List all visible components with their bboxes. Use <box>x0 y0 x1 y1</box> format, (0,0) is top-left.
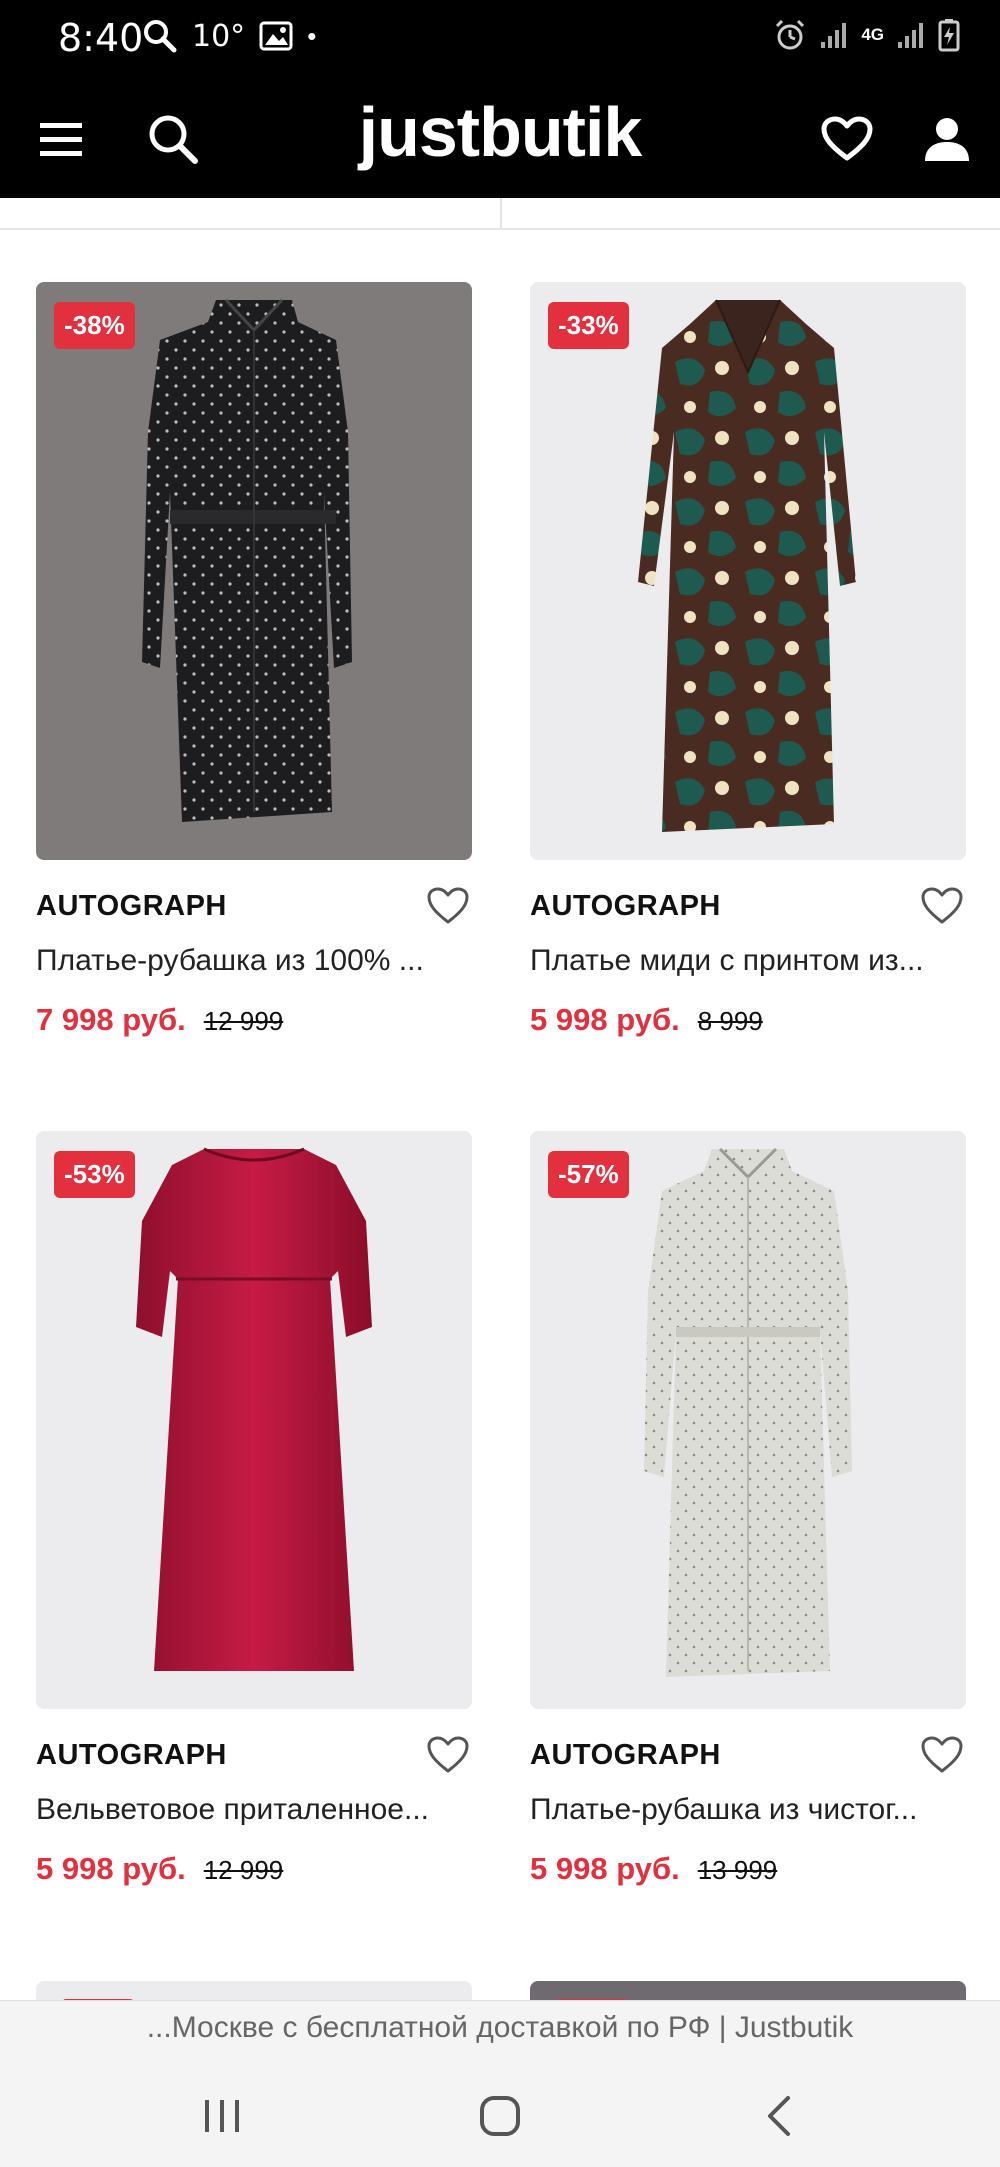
filter-divider <box>500 198 502 228</box>
price-row: 5 998 руб. 13 999 <box>530 1851 777 1887</box>
add-to-wishlist-button[interactable] <box>424 1731 472 1779</box>
price-row: 7 998 руб. 12 999 <box>36 1002 283 1038</box>
image-icon <box>259 21 293 51</box>
product-image[interactable]: -33% <box>530 282 966 860</box>
product-card[interactable]: -57% AUTOGRAPH Платье-рубашка из чистог.… <box>530 1131 966 1909</box>
signal-icon <box>898 23 923 48</box>
dress-image <box>142 298 352 822</box>
recents-icon <box>205 2100 239 2132</box>
current-price: 5 998 руб. <box>530 1851 680 1886</box>
heart-outline-icon <box>921 1736 963 1773</box>
old-price: 13 999 <box>697 1855 778 1885</box>
favorites-button[interactable] <box>814 106 880 172</box>
product-name[interactable]: Вельветовое приталенное... <box>36 1793 472 1827</box>
add-to-wishlist-button[interactable] <box>918 882 966 930</box>
notification-dot: • <box>307 20 317 51</box>
user-icon <box>925 118 969 161</box>
status-left-icons: 10° • <box>142 18 316 54</box>
product-name[interactable]: Платье миди с принтом из... <box>530 944 966 978</box>
signal-icon <box>821 23 847 48</box>
price-row: 5 998 руб. 12 999 <box>36 1851 283 1887</box>
heart-outline-icon <box>921 887 963 924</box>
old-price: 12 999 <box>203 1855 284 1885</box>
product-card[interactable]: -33% AUTOGRAPH Платье миди с принтом из.… <box>530 282 966 1060</box>
product-card[interactable]: -53% AUTOGRAPH Вельветовое приталенное..… <box>36 1131 472 1909</box>
current-price: 7 998 руб. <box>36 1002 186 1037</box>
recents-button[interactable] <box>182 2081 262 2151</box>
product-brand: AUTOGRAPH <box>530 1739 721 1771</box>
battery-icon <box>938 19 960 52</box>
status-time: 8:40 <box>58 16 144 60</box>
product-image[interactable]: -57% <box>530 1131 966 1709</box>
product-card[interactable]: -38% AUTOGRAPH Платье-рубашка из 100% ..… <box>36 282 472 1060</box>
price-row: 5 998 руб. 8 999 <box>530 1002 763 1038</box>
product-image[interactable]: -38% <box>36 282 472 860</box>
dress-image <box>638 299 856 832</box>
product-meta: AUTOGRAPH Платье-рубашка из 100% ... 7 9… <box>36 860 472 1060</box>
browser-page-bar: ...Москве с бесплатной доставкой по РФ |… <box>0 2000 1000 2167</box>
status-bar: 8:40 10° • 4G <box>0 0 1000 76</box>
home-icon <box>480 2096 520 2136</box>
heart-outline-icon <box>427 1736 469 1773</box>
old-price: 8 999 <box>697 1006 763 1036</box>
discount-badge: -57% <box>548 1151 629 1198</box>
status-right-icons: 4G <box>773 18 960 52</box>
product-name[interactable]: Платье-рубашка из чистог... <box>530 1793 966 1827</box>
discount-badge: -53% <box>54 1151 135 1198</box>
page-title[interactable]: ...Москве с бесплатной доставкой по РФ |… <box>0 2011 1000 2045</box>
product-meta: AUTOGRAPH Вельветовое приталенное... 5 9… <box>36 1709 472 1909</box>
heart-icon <box>821 116 873 161</box>
back-button[interactable] <box>740 2081 820 2151</box>
old-price: 12 999 <box>203 1006 284 1036</box>
account-button[interactable] <box>914 106 980 172</box>
product-brand: AUTOGRAPH <box>36 1739 227 1771</box>
add-to-wishlist-button[interactable] <box>918 1731 966 1779</box>
filter-bar <box>0 198 1000 230</box>
product-image[interactable]: -53% <box>36 1131 472 1709</box>
dress-image <box>136 1147 372 1671</box>
product-brand: AUTOGRAPH <box>530 890 721 922</box>
product-brand: AUTOGRAPH <box>36 890 227 922</box>
search-icon <box>144 20 177 53</box>
product-meta: AUTOGRAPH Платье-рубашка из чистог... 5 … <box>530 1709 966 1909</box>
back-icon <box>768 2096 790 2136</box>
network-type: 4G <box>861 25 884 44</box>
alarm-icon <box>776 19 805 50</box>
heart-outline-icon <box>427 887 469 924</box>
current-price: 5 998 руб. <box>530 1002 680 1037</box>
current-price: 5 998 руб. <box>36 1851 186 1886</box>
discount-badge: -33% <box>548 302 629 349</box>
temperature: 10° <box>192 18 246 54</box>
discount-badge: -38% <box>54 302 135 349</box>
product-meta: AUTOGRAPH Платье миди с принтом из... 5 … <box>530 860 966 1060</box>
app-header: justbutik <box>0 76 1000 198</box>
add-to-wishlist-button[interactable] <box>424 882 472 930</box>
home-button[interactable] <box>460 2081 540 2151</box>
product-name[interactable]: Платье-рубашка из 100% ... <box>36 944 472 978</box>
dress-image <box>644 1147 852 1677</box>
